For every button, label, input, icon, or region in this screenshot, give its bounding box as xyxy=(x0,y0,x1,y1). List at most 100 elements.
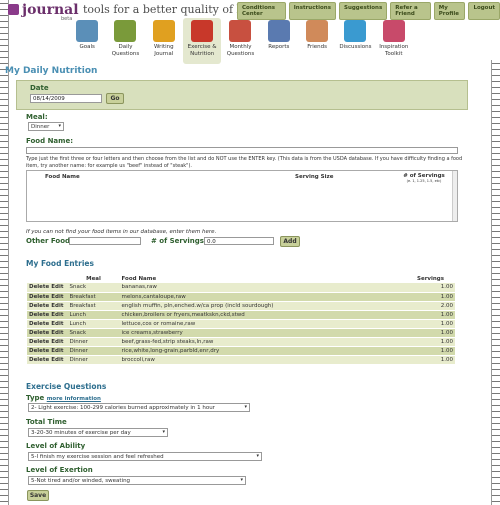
food-search-table: Food Name Serving Size # of Servings (e.… xyxy=(26,170,458,222)
discussions-icon xyxy=(344,20,367,42)
table-row: Delete Edit Snack ice creams,strawberry 1.00 xyxy=(27,328,455,338)
delete-link[interactable]: Delete xyxy=(29,348,49,354)
row-actions: Delete Edit xyxy=(27,337,68,347)
logout-link[interactable]: Logout xyxy=(468,2,500,20)
exercise-type-value: 2- Light exercise: 100-299 calories burn… xyxy=(31,405,215,411)
food-entries-table: Meal Food Name Servings Delete Edit Snack b… xyxy=(27,274,455,365)
delete-link[interactable]: Delete xyxy=(29,339,49,345)
total-time-select[interactable]: 3-20-30 minutes of exercise per day ▾ xyxy=(28,428,168,437)
row-actions: Delete Edit xyxy=(27,301,68,311)
more-information-link[interactable]: more information xyxy=(47,396,101,402)
nav-exercise-nutrition[interactable]: Exercise & Nutrition xyxy=(182,18,222,64)
nav-writing-journal[interactable]: Writing Journal xyxy=(145,18,183,64)
row-food-name: melons,cantaloupe,raw xyxy=(119,292,415,302)
add-button[interactable]: Add xyxy=(280,236,300,247)
edit-link[interactable]: Edit xyxy=(51,348,63,354)
ability-label: Level of Ability xyxy=(26,442,86,450)
nav-reports[interactable]: Reports xyxy=(260,18,298,64)
main-navigation: Goals Daily Questions Writing Journal Ex… xyxy=(68,18,413,64)
edit-link[interactable]: Edit xyxy=(51,312,63,318)
row-meal: Breakfast xyxy=(67,292,120,302)
row-meal: Lunch xyxy=(67,319,120,329)
writing-journal-icon xyxy=(152,20,175,42)
delete-link[interactable]: Delete xyxy=(29,330,49,336)
table-header-row: Meal Food Name Servings xyxy=(27,274,455,283)
edit-link[interactable]: Edit xyxy=(51,321,63,327)
row-food-name: chicken,broilers or fryers,meatkskn,ckd,… xyxy=(119,310,415,320)
delete-link[interactable]: Delete xyxy=(29,303,49,309)
row-meal: Snack xyxy=(67,328,120,338)
row-meal: Lunch xyxy=(67,310,120,320)
exertion-select[interactable]: 5-Not tired and/or winded, sweating ▾ xyxy=(28,476,246,485)
select-arrow-icon: ▾ xyxy=(244,404,247,410)
edit-link[interactable]: Edit xyxy=(51,330,63,336)
logo-mark-icon xyxy=(8,4,19,15)
total-time-value: 3-20-30 minutes of exercise per day xyxy=(31,430,131,436)
row-actions: Delete Edit xyxy=(27,310,68,320)
food-entries-title: My Food Entries xyxy=(26,259,94,268)
row-food-name: beef,grass-fed,strip steaks,ln,raw xyxy=(119,337,415,347)
delete-link[interactable]: Delete xyxy=(29,357,49,363)
exertion-label: Level of Exertion xyxy=(26,466,93,474)
nav-daily-questions[interactable]: Daily Questions xyxy=(106,18,144,64)
food-name-hint: Type just the first three or four letter… xyxy=(26,156,463,169)
table-row: Delete Edit Dinner beef,grass-fed,strip ste… xyxy=(27,337,455,347)
delete-link[interactable]: Delete xyxy=(29,321,49,327)
meal-select[interactable]: Dinner ▾ xyxy=(28,122,64,131)
food-name-input[interactable] xyxy=(26,147,458,154)
edit-link[interactable]: Edit xyxy=(51,357,63,363)
goals-icon xyxy=(76,20,99,42)
other-food-label: Other Food: xyxy=(26,237,73,245)
meal-select-value: Dinner xyxy=(31,124,50,130)
row-servings: 1.00 xyxy=(415,337,455,347)
nav-discussions[interactable]: Discussions xyxy=(336,18,374,64)
row-meal: Dinner xyxy=(67,355,120,365)
exercise-type-select[interactable]: 2- Light exercise: 100-299 calories burn… xyxy=(28,403,250,412)
delete-link[interactable]: Delete xyxy=(29,312,49,318)
row-actions: Delete Edit xyxy=(27,283,68,293)
table-row: Delete Edit Lunch lettuce,cos or romaine,ra… xyxy=(27,319,455,329)
table-row: Delete Edit Snack bananas,raw 1.00 xyxy=(27,283,455,293)
exercise-title: Exercise Questions xyxy=(26,382,107,391)
row-meal: Breakfast xyxy=(67,301,120,311)
header-servings: Servings xyxy=(417,275,445,282)
apple-icon xyxy=(191,20,214,42)
date-input[interactable]: 08/14/2009 xyxy=(30,94,102,103)
food-name-label: Food Name: xyxy=(26,137,73,145)
select-arrow-icon: ▾ xyxy=(58,123,61,129)
save-button[interactable]: Save xyxy=(27,490,49,501)
header-meal: Meal xyxy=(86,275,101,282)
edit-link[interactable]: Edit xyxy=(51,284,63,290)
ability-select[interactable]: 5-I finish my exercise session and feel … xyxy=(28,452,262,461)
scrollbar[interactable] xyxy=(452,171,457,221)
row-actions: Delete Edit xyxy=(27,292,68,302)
type-label-text: Type xyxy=(26,394,45,402)
row-servings: 1.00 xyxy=(415,310,455,320)
table-row: Delete Edit Dinner broccoli,raw 1.00 xyxy=(27,355,455,365)
row-actions: Delete Edit xyxy=(27,346,68,356)
go-button[interactable]: Go xyxy=(106,93,124,104)
nav-goals[interactable]: Goals xyxy=(68,18,106,64)
row-servings: 1.00 xyxy=(415,328,455,338)
edit-link[interactable]: Edit xyxy=(51,303,63,309)
servings-input[interactable]: 0.0 xyxy=(204,237,274,245)
row-meal: Dinner xyxy=(67,337,120,347)
edit-link[interactable]: Edit xyxy=(51,294,63,300)
row-servings: 1.00 xyxy=(415,292,455,302)
nav-friends[interactable]: Friends xyxy=(298,18,336,64)
friends-icon xyxy=(306,20,329,42)
my-profile-link[interactable]: My Profile xyxy=(433,2,466,20)
delete-link[interactable]: Delete xyxy=(29,294,49,300)
page-title: My Daily Nutrition xyxy=(5,66,98,76)
other-food-input[interactable] xyxy=(69,237,141,245)
delete-link[interactable]: Delete xyxy=(29,284,49,290)
nav-inspiration-toolkit[interactable]: Inspiration Toolkit xyxy=(375,18,413,64)
reports-icon xyxy=(267,20,290,42)
edit-link[interactable]: Edit xyxy=(51,339,63,345)
ability-value: 5-I finish my exercise session and feel … xyxy=(31,454,164,460)
nav-monthly-questions[interactable]: Monthly Questions xyxy=(221,18,259,64)
table-row: Delete Edit Dinner rice,white,long-grain,pa… xyxy=(27,346,455,356)
select-arrow-icon: ▾ xyxy=(162,429,165,435)
row-meal: Snack xyxy=(67,283,120,293)
row-servings: 1.00 xyxy=(415,319,455,329)
